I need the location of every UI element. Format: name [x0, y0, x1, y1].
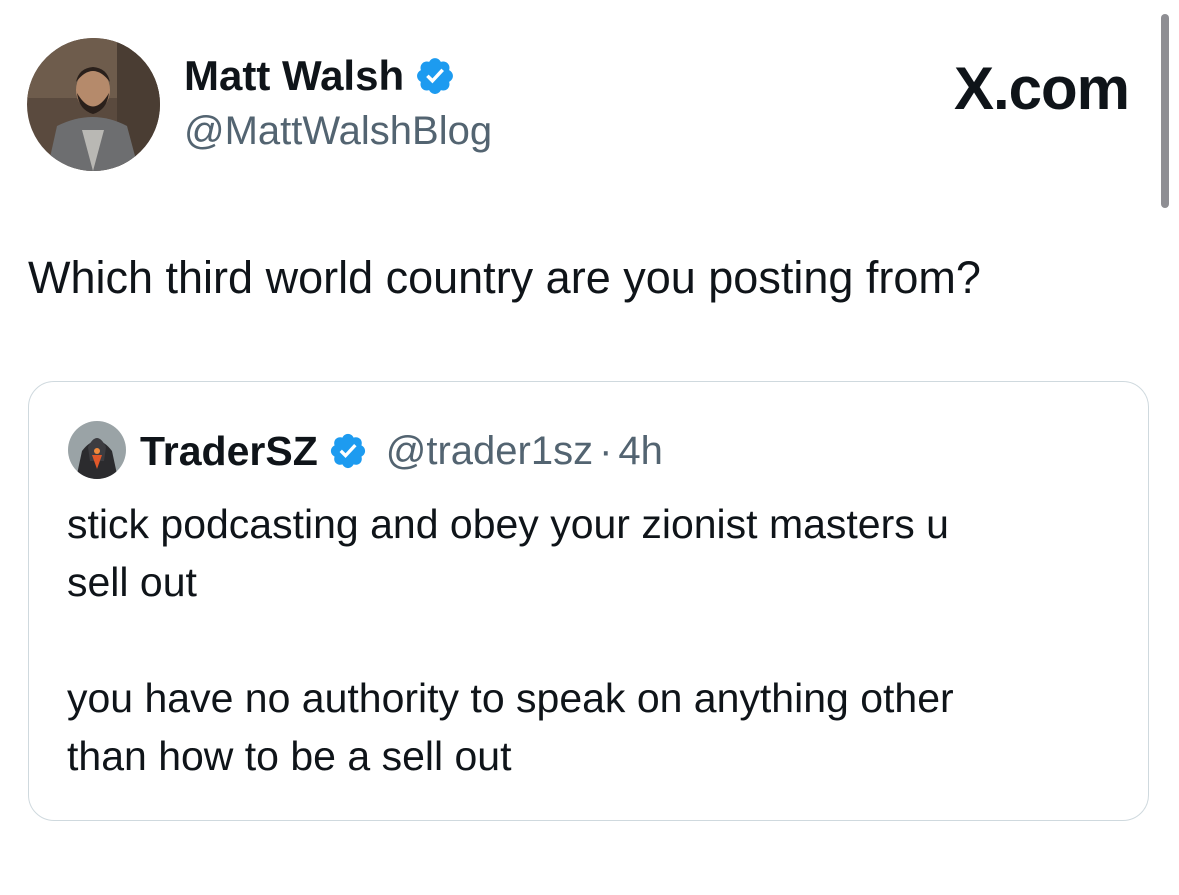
author-handle[interactable]: @MattWalshBlog: [184, 106, 492, 156]
quoted-tweet[interactable]: TraderSZ @trader1sz · 4h stick podcastin…: [28, 381, 1149, 821]
quote-header: TraderSZ @trader1sz · 4h: [140, 424, 663, 478]
quote-text-line: sell out: [67, 559, 197, 605]
quote-timestamp[interactable]: 4h: [618, 429, 663, 474]
author-name-text[interactable]: Matt Walsh: [184, 50, 404, 102]
site-logo: X.com: [953, 55, 1130, 122]
quote-text-line: you have no authority to speak on anythi…: [67, 675, 954, 721]
verified-badge-icon: [414, 55, 456, 97]
quote-text-line: than how to be a sell out: [67, 733, 512, 779]
quote-text-line: stick podcasting and obey your zionist m…: [67, 501, 949, 547]
tweet-text: Which third world country are you postin…: [28, 252, 981, 303]
verified-badge-icon: [328, 431, 368, 471]
quote-separator: ·: [599, 428, 613, 473]
quote-text: stick podcasting and obey your zionist m…: [67, 495, 1127, 785]
scrollbar[interactable]: [1161, 14, 1169, 208]
author-name[interactable]: Matt Walsh: [184, 50, 456, 102]
quote-author-avatar[interactable]: [68, 421, 126, 479]
quote-author-name[interactable]: TraderSZ: [140, 428, 318, 475]
quote-author-handle[interactable]: @trader1sz: [386, 429, 593, 474]
author-avatar[interactable]: [27, 38, 160, 171]
